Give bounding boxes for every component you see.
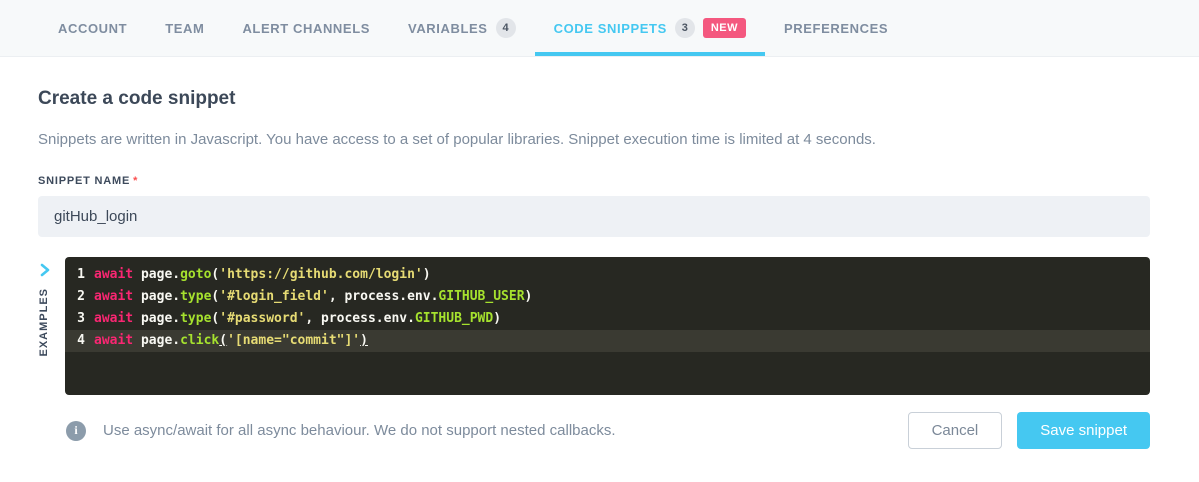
- tab-alert-channels[interactable]: ALERT CHANNELS: [223, 0, 389, 56]
- tab-label: TEAM: [165, 21, 204, 36]
- code-text: await page.click('[name="commit"]'): [94, 330, 368, 352]
- footer-note: Use async/await for all async behaviour.…: [103, 422, 908, 439]
- new-badge: NEW: [703, 18, 746, 38]
- line-number: 3: [65, 308, 85, 330]
- info-icon: i: [66, 421, 86, 441]
- code-text: await page.type('#login_field', process.…: [94, 286, 532, 308]
- examples-panel-toggle[interactable]: EXAMPLES: [38, 257, 65, 395]
- tab-label: PREFERENCES: [784, 21, 888, 36]
- form-footer: i Use async/await for all async behaviou…: [38, 412, 1150, 449]
- examples-panel-label: EXAMPLES: [38, 288, 50, 357]
- save-snippet-button[interactable]: Save snippet: [1017, 412, 1150, 449]
- code-text: await page.type('#password', process.env…: [94, 308, 501, 330]
- tab-label: CODE SNIPPETS: [554, 21, 667, 36]
- snippet-name-label: SNIPPET NAME*: [38, 175, 1150, 187]
- line-number: 1: [65, 264, 85, 286]
- snippet-name-input[interactable]: [38, 196, 1150, 237]
- tab-team[interactable]: TEAM: [146, 0, 223, 56]
- page-title: Create a code snippet: [38, 88, 1150, 110]
- line-number: 4: [65, 330, 85, 352]
- create-snippet-form: Create a code snippet Snippets are writt…: [0, 88, 1199, 449]
- tab-label: VARIABLES: [408, 21, 488, 36]
- tab-code-snippets[interactable]: CODE SNIPPETS 3 NEW: [535, 0, 765, 56]
- code-line[interactable]: 1 await page.goto('https://github.com/log…: [65, 264, 1150, 286]
- tab-variables[interactable]: VARIABLES 4: [389, 0, 535, 56]
- snippet-name-label-text: SNIPPET NAME: [38, 175, 130, 187]
- code-text: await page.goto('https://github.com/logi…: [94, 264, 431, 286]
- tab-account[interactable]: ACCOUNT: [39, 0, 146, 56]
- tab-preferences[interactable]: PREFERENCES: [765, 0, 907, 56]
- tab-label: ACCOUNT: [58, 21, 127, 36]
- page-description: Snippets are written in Javascript. You …: [38, 131, 1150, 148]
- chevron-right-icon: [39, 263, 51, 277]
- code-line[interactable]: 4 await page.click('[name="commit"]'): [65, 330, 1150, 352]
- snippets-count-badge: 3: [675, 18, 695, 38]
- required-asterisk: *: [133, 175, 138, 187]
- settings-tab-bar: ACCOUNT TEAM ALERT CHANNELS VARIABLES 4 …: [0, 0, 1199, 57]
- variables-count-badge: 4: [496, 18, 516, 38]
- editor-section: EXAMPLES 1 await page.goto('https://githu…: [38, 257, 1150, 395]
- line-number: 2: [65, 286, 85, 308]
- code-line[interactable]: 3 await page.type('#password', process.en…: [65, 308, 1150, 330]
- code-line[interactable]: 2 await page.type('#login_field', process…: [65, 286, 1150, 308]
- cancel-button[interactable]: Cancel: [908, 412, 1003, 449]
- code-editor[interactable]: 1 await page.goto('https://github.com/log…: [65, 257, 1150, 395]
- tab-label: ALERT CHANNELS: [242, 21, 370, 36]
